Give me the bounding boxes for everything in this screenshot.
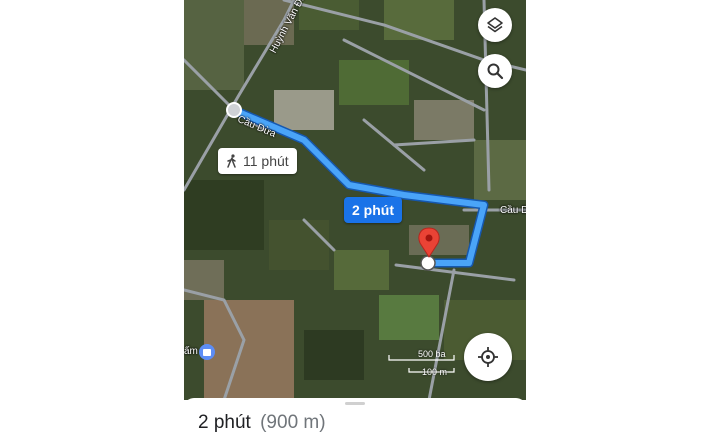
walking-time-label: 11 phút <box>243 153 289 169</box>
route-time-label: 2 phút <box>352 202 394 218</box>
route-time-badge[interactable]: 2 phút <box>344 197 402 223</box>
my-location-icon <box>478 347 498 367</box>
my-location-button[interactable] <box>464 333 512 381</box>
walking-icon <box>227 154 236 168</box>
scale-label-small: 100 m <box>422 367 448 377</box>
route-duration: 2 phút <box>198 412 251 433</box>
route-end-marker <box>420 255 436 271</box>
scale-label-large: 500 ba <box>418 349 446 359</box>
road-label-cau-d: Cầu D <box>500 205 526 216</box>
route-summary: 2 phút (900 m) <box>198 412 326 434</box>
satellite-map[interactable]: Huỳnh Văn Đành Cầu Dừa Cầu D ấm 11 phút … <box>184 0 526 400</box>
sheet-drag-handle[interactable] <box>345 402 365 405</box>
phone-screen: Huỳnh Văn Đành Cầu Dừa Cầu D ấm 11 phút … <box>184 0 526 440</box>
route-summary-sheet[interactable]: 2 phút (900 m) <box>184 398 526 440</box>
layers-button[interactable] <box>478 8 512 42</box>
search-icon <box>487 63 504 80</box>
poi-label: ấm <box>184 346 198 357</box>
walking-time-chip[interactable]: 11 phút <box>218 148 297 174</box>
route-distance: (900 m) <box>260 412 326 433</box>
layers-icon <box>487 17 503 33</box>
search-button[interactable] <box>478 54 512 88</box>
poi-marker <box>199 344 215 360</box>
